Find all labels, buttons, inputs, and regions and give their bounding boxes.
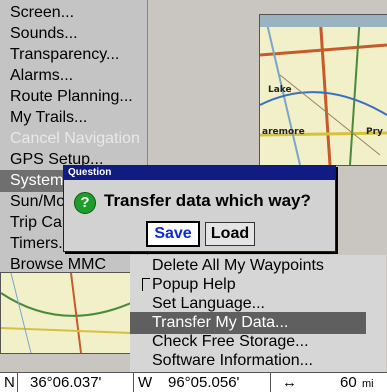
menu-item-route-planning[interactable]: Route Planning...	[10, 86, 133, 108]
latitude-value: 36°06.037'	[30, 374, 102, 391]
dialog-message: Transfer data which way?	[104, 191, 311, 210]
menu-item-screen[interactable]: Screen...	[10, 2, 74, 24]
map-view-bottom[interactable]	[0, 272, 132, 354]
status-divider	[270, 373, 271, 392]
distance-value: 60	[340, 374, 357, 391]
load-button[interactable]: Load	[205, 222, 255, 246]
map-view-top[interactable]: Lake aremore Pry	[259, 14, 387, 166]
dialog-title: Question	[64, 166, 335, 180]
menu-item-alarms[interactable]: Alarms...	[10, 65, 73, 87]
menu-item-transparency[interactable]: Transparency...	[10, 44, 119, 66]
transfer-data-dialog: Question ? Transfer data which way? Save…	[63, 165, 336, 252]
map-roads-bottom	[1, 273, 131, 353]
question-icon: ?	[74, 192, 96, 214]
distance-unit: mi	[362, 378, 374, 390]
checkbox-icon[interactable]	[142, 278, 150, 291]
status-divider	[133, 373, 134, 392]
menu-item-cancel-navigation: Cancel Navigation	[10, 130, 140, 147]
distance-icon: ↔	[282, 374, 297, 391]
map-label-aremore: aremore	[262, 127, 305, 137]
longitude-value: 96°05.056'	[168, 374, 240, 391]
save-button[interactable]: Save	[146, 221, 200, 247]
longitude-hemisphere: W	[138, 374, 153, 391]
status-bar: N 36°06.037' W 96°05.056' ↔ 60 mi	[0, 372, 387, 392]
status-divider	[17, 373, 18, 392]
menu-item-browse-mmc[interactable]: Browse MMC	[10, 254, 106, 276]
submenu-item-software-information[interactable]: Software Information...	[130, 350, 366, 372]
submenu-item-label: Popup Help	[152, 276, 236, 293]
latitude-hemisphere: N	[4, 374, 15, 391]
map-label-pry: Pry	[366, 127, 383, 137]
map-label-lake: Lake	[268, 85, 292, 95]
menu-item-sounds[interactable]: Sounds...	[10, 23, 78, 45]
menu-item-my-trails[interactable]: My Trails...	[10, 107, 87, 129]
gps-screen: Lake aremore Pry Screen... Sounds... Tra…	[0, 0, 387, 392]
system-setup-submenu: Delete All My Waypoints Popup Help Set L…	[130, 255, 386, 372]
